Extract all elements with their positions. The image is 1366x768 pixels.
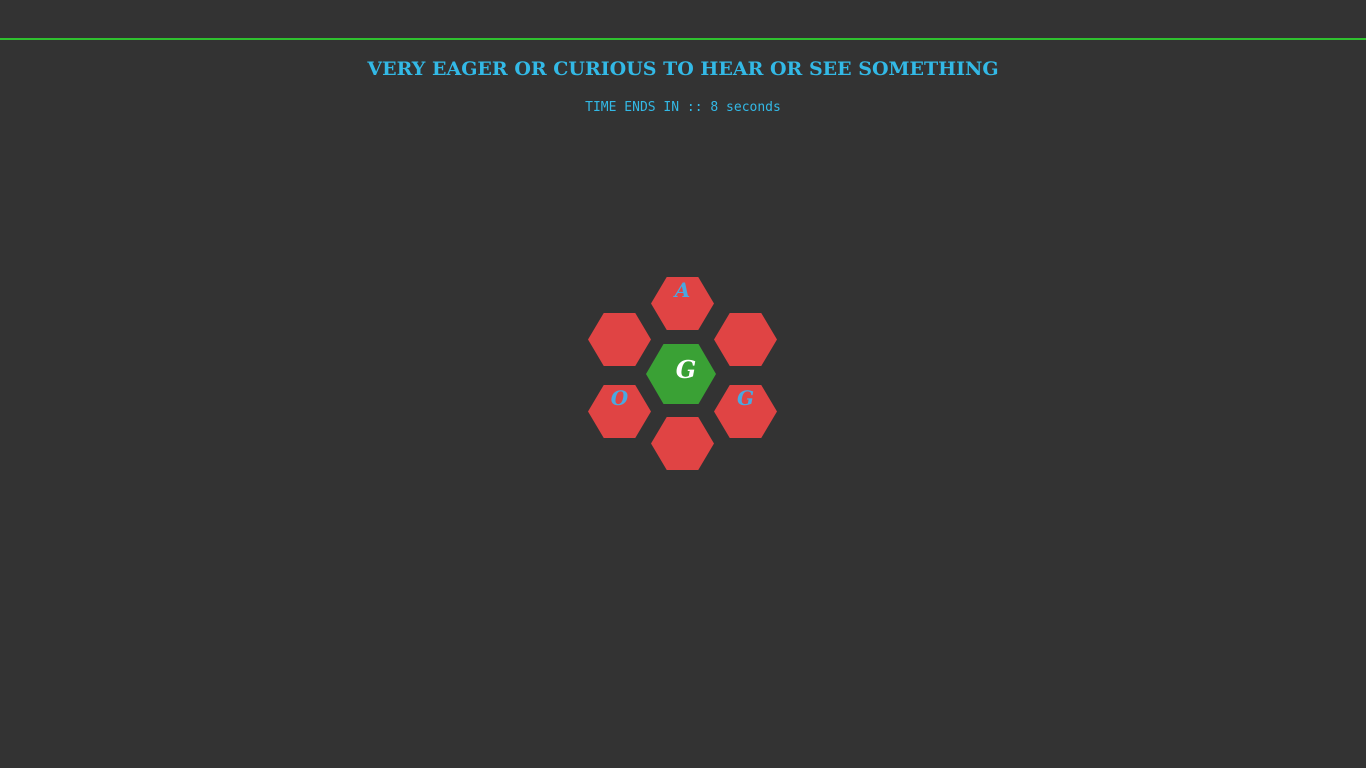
hex-letter: O [610,386,629,410]
hex-letter: G [736,386,755,410]
hex-letter: A [674,278,691,302]
hex-lower-left[interactable]: O [588,385,651,438]
hex-center[interactable]: G [646,344,716,404]
hex-center-letter: G [675,355,697,384]
hex-lower-right[interactable]: G [714,385,777,438]
hex-upper-right[interactable] [714,313,777,366]
timer-text: TIME ENDS IN :: 8 seconds [585,100,781,115]
hex-upper-left[interactable] [588,313,651,366]
top-bar [0,0,1366,40]
clue-text: VERY EAGER OR CURIOUS TO HEAR OR SEE SOM… [367,58,999,80]
hex-top[interactable]: A [651,277,714,330]
hex-bottom[interactable] [651,417,714,470]
